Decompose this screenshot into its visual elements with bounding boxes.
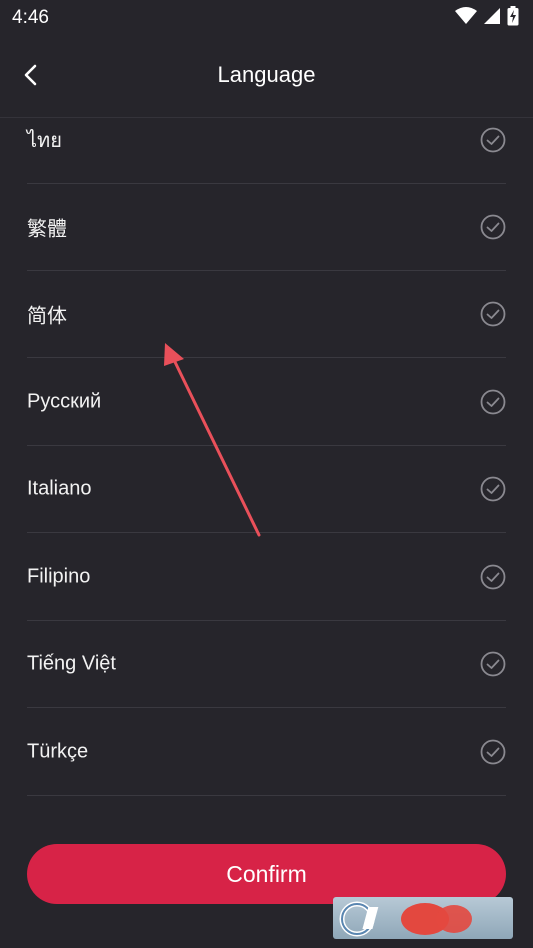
- language-label: 简体: [27, 305, 67, 328]
- status-bar: 4:46: [0, 0, 533, 36]
- check-circle-icon: [480, 739, 506, 765]
- check-circle-icon: [480, 651, 506, 677]
- language-label: ไทย: [27, 130, 62, 152]
- language-label: Русский: [27, 390, 102, 413]
- list-item[interactable]: 繁體: [27, 184, 506, 271]
- language-label: Türkçe: [27, 740, 89, 763]
- list-item[interactable]: Filipino: [27, 534, 506, 621]
- check-circle-icon: [480, 476, 506, 502]
- list-item[interactable]: Tiếng Việt: [27, 621, 506, 708]
- battery-charging-icon: [507, 5, 519, 31]
- status-icons: [455, 5, 519, 31]
- signal-icon: [483, 7, 501, 30]
- page-title: Language: [217, 62, 316, 87]
- header: Language: [0, 36, 533, 118]
- list-item[interactable]: Türkçe: [27, 709, 506, 796]
- list-item[interactable]: Русский: [27, 359, 506, 446]
- list-item[interactable]: 简体: [27, 271, 506, 358]
- list-item[interactable]: ไทย: [27, 118, 506, 184]
- language-label: Tiếng Việt: [27, 652, 116, 675]
- language-label: 繁體: [27, 218, 67, 241]
- status-time: 4:46: [12, 7, 49, 28]
- list-item[interactable]: [27, 796, 506, 830]
- check-circle-icon: [480, 127, 506, 153]
- wifi-icon: [455, 6, 477, 30]
- language-label: Italiano: [27, 477, 92, 500]
- list-item[interactable]: Italiano: [27, 446, 506, 533]
- check-circle-icon: [480, 301, 506, 327]
- check-circle-icon: [480, 214, 506, 240]
- confirm-button[interactable]: Confirm: [27, 844, 506, 904]
- language-label: Filipino: [27, 565, 91, 588]
- check-circle-icon: [480, 564, 506, 590]
- check-circle-icon: [480, 389, 506, 415]
- language-list[interactable]: ไทย 繁體 简体 Русский Italiano Filipino Tiến…: [0, 118, 533, 830]
- watermark-logo: [333, 897, 513, 939]
